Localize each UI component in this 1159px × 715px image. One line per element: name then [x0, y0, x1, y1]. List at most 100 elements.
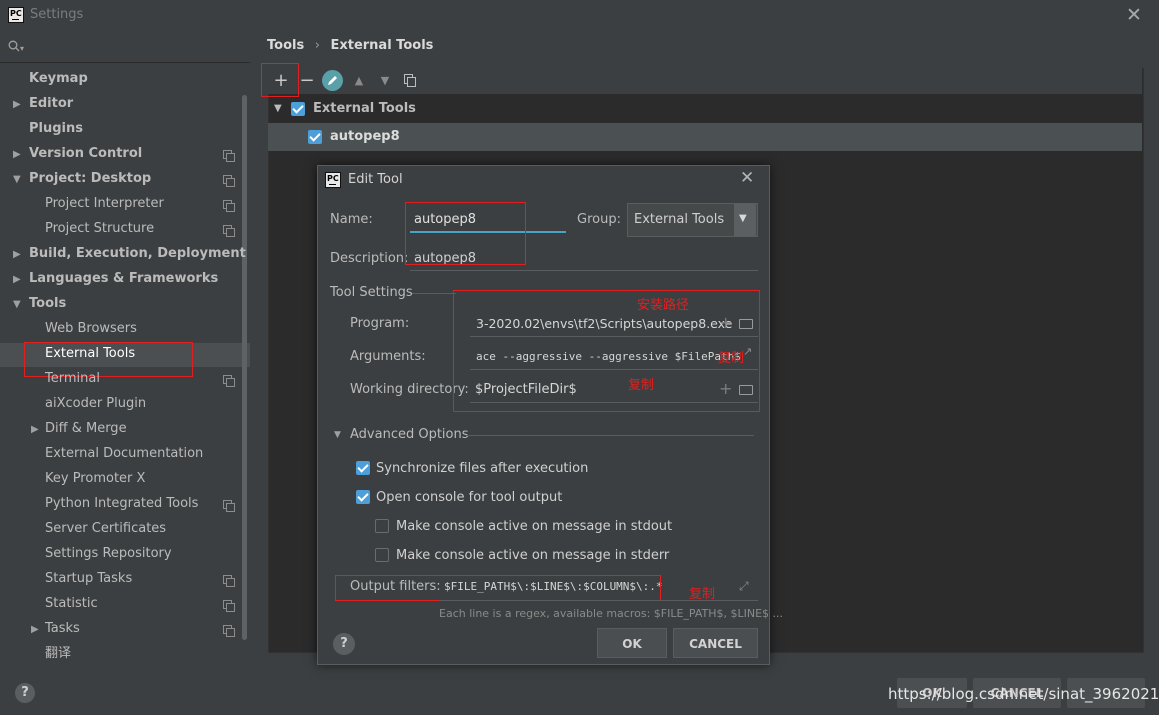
- move-down-icon[interactable]: ▼: [374, 70, 396, 92]
- sidebar-item-project-structure[interactable]: Project Structure: [45, 217, 154, 241]
- annotation-copy: 复制: [718, 351, 745, 366]
- annotation-box-output-filters: [335, 575, 661, 601]
- collapse-arrow-icon[interactable]: ▼: [274, 103, 282, 114]
- edit-icon[interactable]: [322, 70, 343, 91]
- close-icon[interactable]: ✕: [1126, 4, 1142, 26]
- dialog-cancel-button[interactable]: CANCEL: [673, 628, 758, 658]
- watermark-text: https://blog.csdn.net/sinat_39620217: [888, 685, 1159, 703]
- sidebar-item-diff-merge[interactable]: Diff & Merge: [45, 417, 127, 441]
- sidebar-item-editor[interactable]: Editor: [29, 92, 73, 116]
- search-icon: [8, 40, 20, 52]
- sync-files-checkbox[interactable]: [356, 461, 370, 475]
- annotation-copy: 复制: [628, 378, 655, 393]
- tool-settings-divider: [412, 293, 456, 294]
- help-button[interactable]: ?: [15, 683, 35, 703]
- sidebar-item-version-control[interactable]: Version Control: [29, 142, 142, 166]
- breadcrumb-parent[interactable]: Tools: [267, 38, 304, 53]
- collapse-arrow-icon[interactable]: ▼: [13, 299, 21, 310]
- external-tools-toolbar: [268, 68, 1142, 94]
- project-scope-icon: [223, 150, 235, 162]
- sidebar-item-python-integrated-tools[interactable]: Python Integrated Tools: [45, 492, 198, 516]
- sidebar-item-statistic[interactable]: Statistic: [45, 592, 98, 616]
- sidebar-item-settings-repository[interactable]: Settings Repository: [45, 542, 172, 566]
- expand-arrow-icon[interactable]: ▶: [13, 149, 21, 160]
- sidebar-item-startup-tasks[interactable]: Startup Tasks: [45, 567, 132, 591]
- dialog-title: Edit Tool: [348, 172, 403, 187]
- sidebar-item-tools[interactable]: Tools: [29, 292, 66, 316]
- expand-icon[interactable]: ⤢: [739, 579, 749, 594]
- dialog-help-button[interactable]: ?: [333, 633, 355, 655]
- tool-label: autopep8: [330, 129, 400, 144]
- settings-search-input[interactable]: [0, 36, 250, 63]
- annotation-install-path: 安装路径: [637, 298, 690, 313]
- sidebar-item-terminal[interactable]: Terminal: [45, 367, 100, 391]
- search-dropdown-icon[interactable]: ▾: [20, 44, 24, 53]
- output-filters-underline: [440, 600, 758, 601]
- project-scope-icon: [223, 225, 235, 237]
- project-scope-icon: [223, 500, 235, 512]
- stdout-checkbox[interactable]: [375, 519, 389, 533]
- project-scope-icon: [223, 575, 235, 587]
- project-scope-icon: [223, 625, 235, 637]
- sidebar-item-key-promoter-x[interactable]: Key Promoter X: [45, 467, 145, 491]
- group-select-value: External Tools: [634, 212, 725, 227]
- sidebar-item-project-desktop[interactable]: Project: Desktop: [29, 167, 151, 191]
- window-titlebar: [0, 0, 1159, 30]
- stderr-label: Make console active on message in stderr: [396, 548, 670, 563]
- sidebar-scrollbar[interactable]: [242, 95, 247, 640]
- sidebar-item-translate[interactable]: 翻译: [45, 642, 71, 666]
- sidebar-item-aixcoder-plugin[interactable]: aiXcoder Plugin: [45, 392, 146, 416]
- remove-icon[interactable]: −: [296, 70, 318, 92]
- sidebar-item-project-interpreter[interactable]: Project Interpreter: [45, 192, 164, 216]
- sidebar-item-build-execution-deployment[interactable]: Build, Execution, Deployment: [29, 242, 246, 266]
- expand-arrow-icon[interactable]: ▶: [31, 424, 39, 435]
- tool-settings-label: Tool Settings: [330, 285, 413, 300]
- expand-arrow-icon[interactable]: ▶: [31, 624, 39, 635]
- project-scope-icon: [223, 200, 235, 212]
- expand-arrow-icon[interactable]: ▶: [13, 274, 21, 285]
- breadcrumb-current: External Tools: [330, 38, 434, 53]
- program-label: Program:: [350, 316, 410, 331]
- breadcrumb-separator: ›: [314, 38, 320, 53]
- sidebar-item-external-documentation[interactable]: External Documentation: [45, 442, 203, 466]
- sidebar-item-keymap[interactable]: Keymap: [29, 67, 88, 91]
- dialog-ok-button[interactable]: OK: [597, 628, 667, 658]
- expand-arrow-icon[interactable]: ▶: [13, 249, 21, 260]
- move-up-icon[interactable]: ▲: [348, 70, 370, 92]
- arguments-label: Arguments:: [350, 349, 426, 364]
- collapse-arrow-icon[interactable]: ▼: [13, 174, 21, 185]
- project-scope-icon: [223, 375, 235, 387]
- annotation-box-tool-settings: [453, 290, 760, 412]
- sidebar-item-server-certificates[interactable]: Server Certificates: [45, 517, 166, 541]
- open-console-checkbox[interactable]: [356, 490, 370, 504]
- description-underline: [410, 270, 758, 271]
- copy-icon[interactable]: [404, 74, 417, 87]
- pycharm-logo-icon: PC: [8, 7, 24, 23]
- output-filters-hint: Each line is a regex, available macros: …: [439, 607, 784, 620]
- dialog-close-icon[interactable]: ✕: [740, 168, 754, 188]
- expand-arrow-icon[interactable]: ▶: [13, 99, 21, 110]
- group-label: Group:: [577, 212, 621, 227]
- tools-group-label: External Tools: [313, 101, 416, 116]
- stderr-checkbox[interactable]: [375, 548, 389, 562]
- pycharm-logo-icon: PC: [325, 172, 341, 188]
- advanced-options-divider: [466, 435, 754, 436]
- tool-checkbox[interactable]: [308, 130, 322, 144]
- sidebar-item-languages-frameworks[interactable]: Languages & Frameworks: [29, 267, 218, 291]
- chevron-down-icon: ▼: [739, 213, 747, 224]
- annotation-box-add: [261, 63, 299, 97]
- description-label: Description:: [330, 251, 409, 266]
- advanced-options-label[interactable]: Advanced Options: [350, 427, 469, 442]
- breadcrumb: Tools › External Tools: [267, 38, 433, 53]
- group-checkbox[interactable]: [291, 102, 305, 116]
- sidebar-item-tasks[interactable]: Tasks: [45, 617, 80, 641]
- project-scope-icon: [223, 175, 235, 187]
- stdout-label: Make console active on message in stdout: [396, 519, 673, 534]
- project-scope-icon: [223, 600, 235, 612]
- sidebar-item-plugins[interactable]: Plugins: [29, 117, 83, 141]
- collapse-arrow-icon[interactable]: ▼: [334, 430, 341, 440]
- name-label: Name:: [330, 212, 373, 227]
- sidebar-item-web-browsers[interactable]: Web Browsers: [45, 317, 137, 341]
- window-title: Settings: [30, 7, 84, 22]
- annotation-box-name-description: [405, 202, 526, 265]
